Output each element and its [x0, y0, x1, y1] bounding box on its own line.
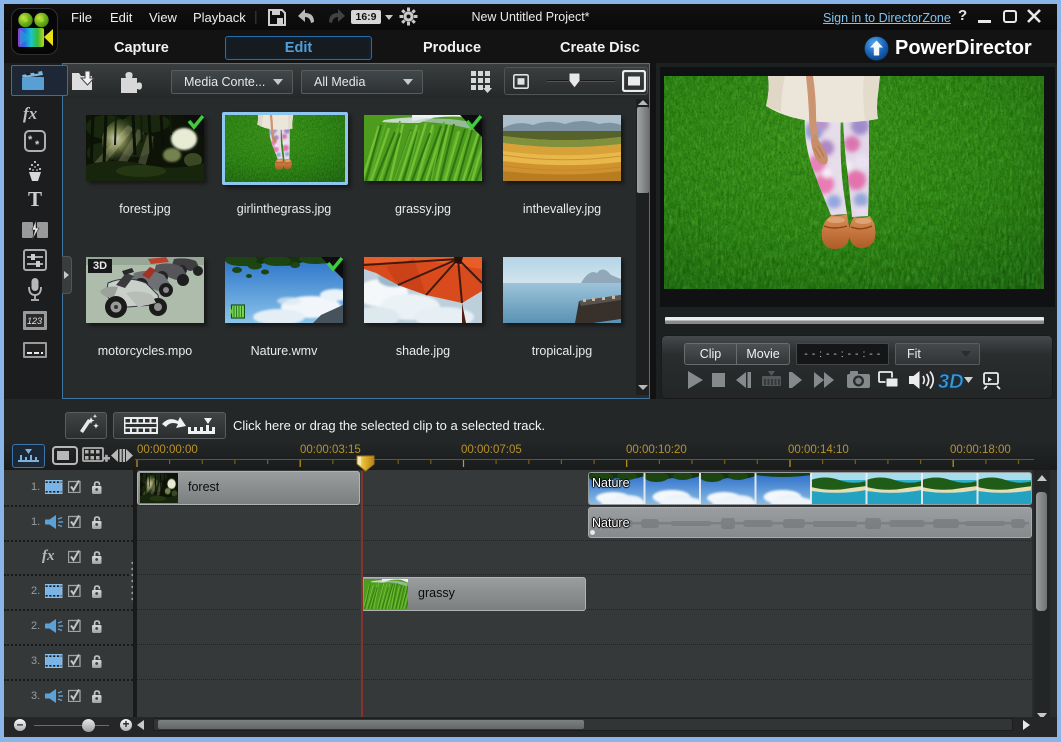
svg-text:123: 123: [27, 316, 42, 326]
svg-text:*: *: [35, 139, 40, 151]
svg-text:*: *: [28, 134, 33, 146]
svg-text:3D: 3D: [938, 371, 964, 393]
